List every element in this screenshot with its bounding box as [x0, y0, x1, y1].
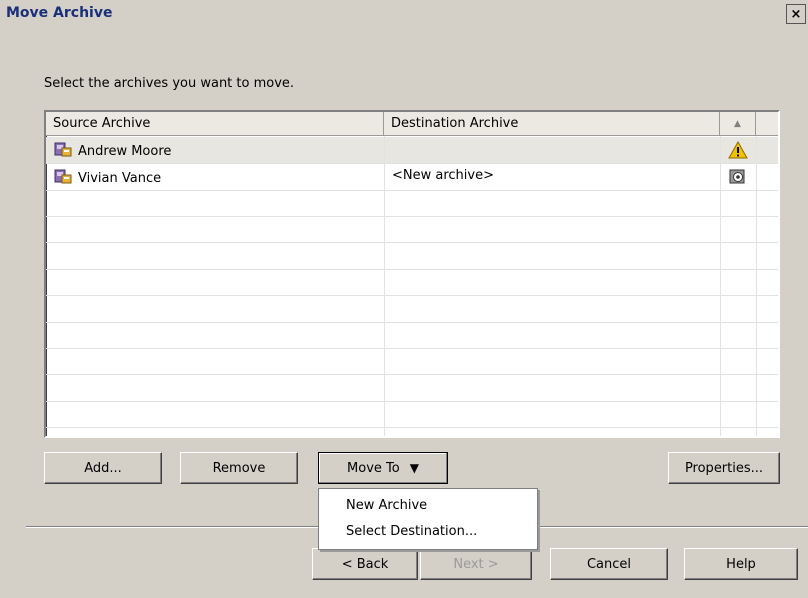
column-header-destination[interactable]: Destination Archive	[384, 112, 720, 136]
grid-line	[46, 216, 778, 217]
help-button[interactable]: Help	[684, 548, 798, 580]
archive-gear-icon	[720, 165, 756, 189]
title-bar: Move Archive ×	[0, 0, 808, 28]
source-archive-name: Andrew Moore	[78, 143, 172, 159]
cancel-button[interactable]: Cancel	[550, 548, 668, 580]
grid-line	[46, 348, 778, 349]
column-header-filler	[756, 112, 778, 136]
grid-line	[384, 136, 385, 436]
instruction-text: Select the archives you want to move.	[44, 76, 295, 91]
archive-grid[interactable]: Source Archive Destination Archive ▲ And…	[44, 110, 780, 438]
dropdown-arrow-icon: ▼	[409, 461, 419, 475]
move-to-button[interactable]: Move To ▼	[318, 452, 448, 484]
move-to-menu: New Archive Select Destination...	[318, 488, 538, 550]
back-button[interactable]: < Back	[312, 548, 418, 580]
close-icon: ×	[790, 6, 802, 22]
archive-icon	[54, 168, 72, 188]
source-archive-name: Vivian Vance	[78, 170, 162, 186]
close-button[interactable]: ×	[786, 4, 806, 24]
properties-button[interactable]: Properties...	[668, 452, 780, 484]
move-to-label: Move To	[347, 460, 400, 476]
grid-line	[46, 190, 778, 191]
grid-line	[46, 295, 778, 296]
grid-line	[720, 136, 721, 436]
destination-archive-name: <New archive>	[392, 168, 494, 183]
grid-line	[46, 163, 778, 164]
grid-line	[46, 374, 778, 375]
dialog-title: Move Archive	[6, 5, 113, 21]
table-row[interactable]: Andrew Moore	[46, 137, 778, 163]
next-button[interactable]: Next >	[420, 548, 532, 580]
table-row[interactable]: Vivian Vance <New archive>	[46, 164, 778, 190]
column-header-status[interactable]: ▲	[720, 112, 756, 136]
grid-line	[46, 401, 778, 402]
grid-line	[756, 136, 757, 436]
warning-icon	[720, 138, 756, 162]
add-button[interactable]: Add...	[44, 452, 162, 484]
grid-line	[46, 242, 778, 243]
grid-line	[46, 322, 778, 323]
grid-line	[46, 269, 778, 270]
menu-item-new-archive[interactable]: New Archive	[346, 498, 427, 513]
menu-item-select-destination[interactable]: Select Destination...	[346, 524, 477, 539]
remove-button[interactable]: Remove	[180, 452, 298, 484]
archive-icon	[54, 141, 72, 161]
sort-ascending-icon: ▲	[734, 118, 741, 129]
grid-line	[46, 427, 778, 428]
column-header-source[interactable]: Source Archive	[46, 112, 384, 136]
